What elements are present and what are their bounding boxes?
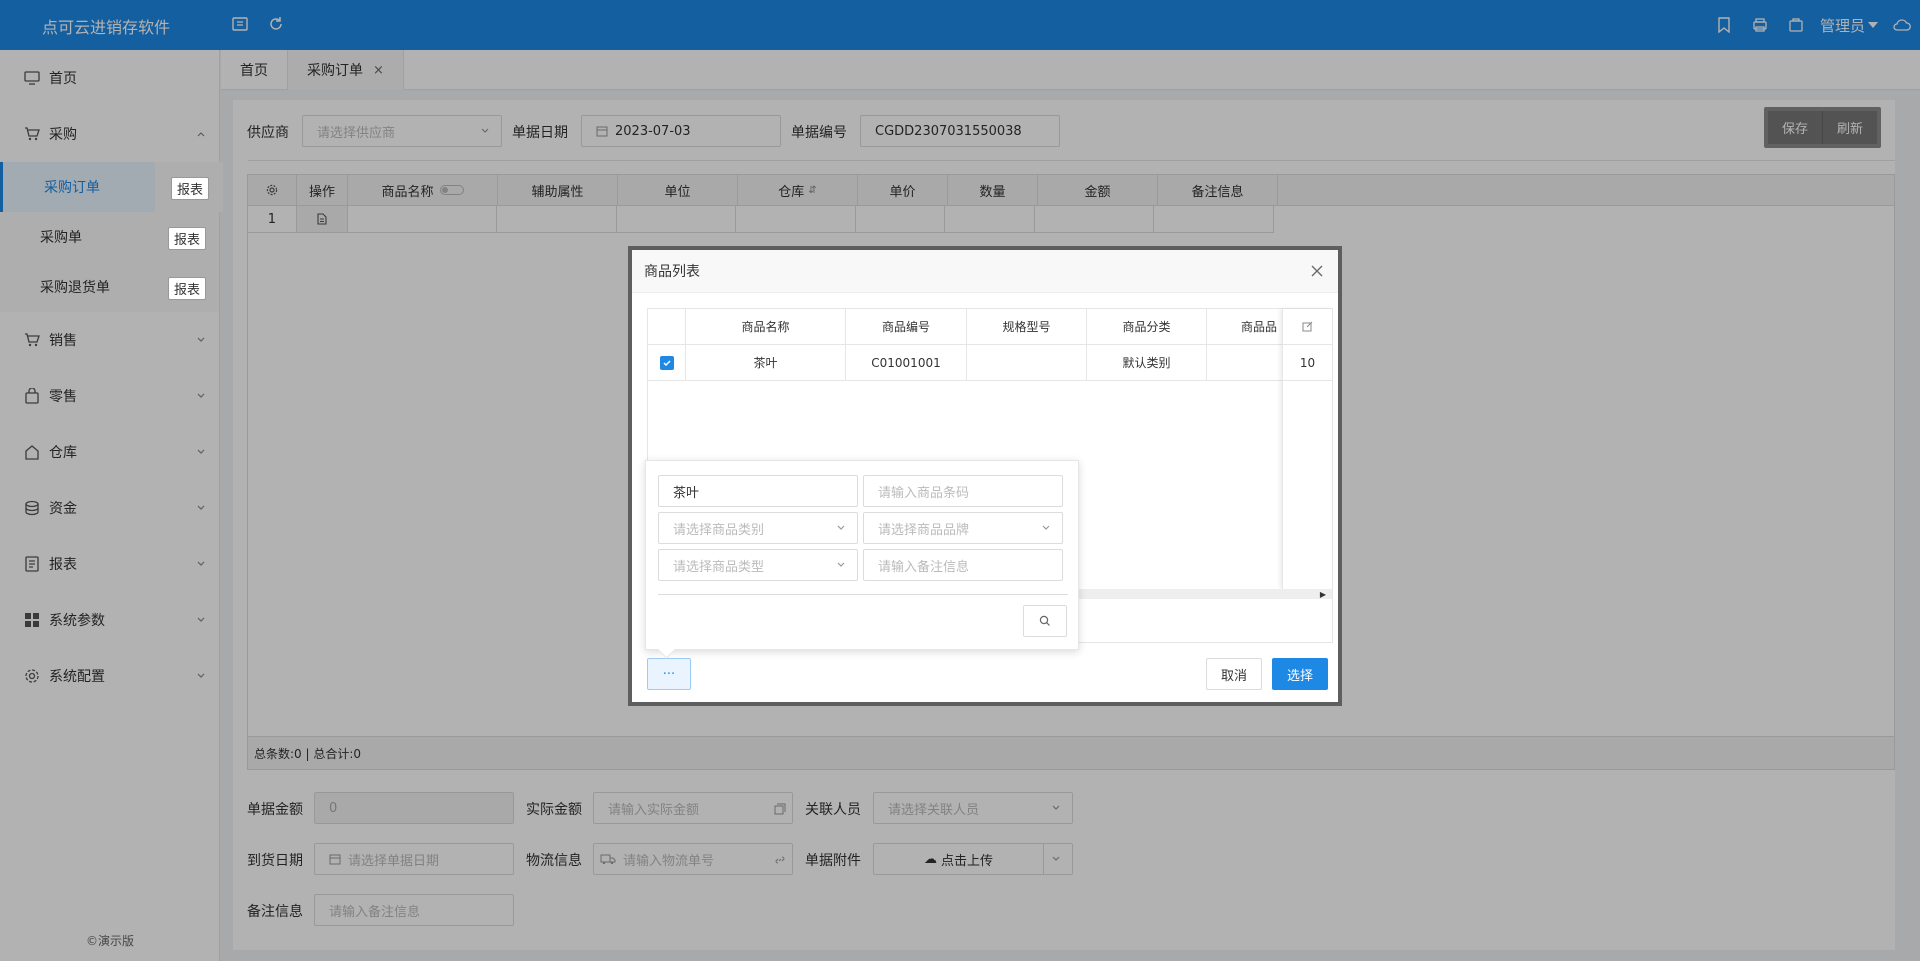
table-row[interactable]: 茶叶 C01001001 默认类别	[648, 345, 1332, 381]
search-icon	[1039, 615, 1050, 626]
report-button[interactable]: 报表	[171, 177, 210, 200]
cancel-button[interactable]: 取消	[1206, 658, 1262, 690]
chevron-down-icon	[1042, 525, 1050, 530]
category-select[interactable]: 请选择商品类别	[658, 512, 858, 544]
select-button[interactable]: 选择	[1272, 658, 1328, 690]
chevron-down-icon	[837, 562, 845, 567]
cell-spec	[967, 345, 1087, 380]
chevron-down-icon	[837, 525, 845, 530]
col-header: 商品名称	[686, 309, 846, 344]
barcode-placeholder: 请输入商品条码	[878, 485, 970, 501]
divider	[658, 594, 1068, 595]
goods-name-input[interactable]: 茶叶	[658, 475, 858, 507]
edit-icon[interactable]	[1283, 309, 1332, 345]
col-header: 规格型号	[967, 309, 1087, 344]
note-filter-placeholder: 请输入备注信息	[878, 559, 970, 575]
cell-category: 默认类别	[1087, 345, 1207, 380]
type-placeholder: 请选择商品类型	[673, 559, 765, 575]
scroll-right-icon[interactable]: ▶	[1320, 590, 1326, 599]
type-select[interactable]: 请选择商品类型	[658, 549, 858, 581]
search-popover: 茶叶 请输入商品条码 请选择商品类别 请选择商品品牌 请选择商品类型 请输入备注…	[645, 460, 1079, 650]
more-filter-button[interactable]: ···	[647, 658, 691, 690]
row-checkbox[interactable]	[648, 345, 686, 380]
cell-name: 茶叶	[686, 345, 846, 380]
fixed-column: 10	[1282, 309, 1332, 589]
barcode-input[interactable]: 请输入商品条码	[863, 475, 1063, 507]
category-placeholder: 请选择商品类别	[673, 522, 765, 538]
close-icon[interactable]	[1310, 264, 1324, 278]
check-icon	[659, 355, 674, 370]
report-button[interactable]: 报表	[168, 277, 207, 300]
col-header: 商品编号	[846, 309, 967, 344]
goods-table-header: 商品名称 商品编号 规格型号 商品分类 商品品	[648, 309, 1332, 345]
brand-placeholder: 请选择商品品牌	[878, 522, 970, 538]
cell-code: C01001001	[846, 345, 967, 380]
brand-select[interactable]: 请选择商品品牌	[863, 512, 1063, 544]
search-button[interactable]	[1023, 605, 1067, 637]
cell-extra: 10	[1283, 345, 1332, 381]
modal-title: 商品列表	[632, 250, 1338, 293]
note-filter-input[interactable]: 请输入备注信息	[863, 549, 1063, 581]
col-header: 商品分类	[1087, 309, 1207, 344]
goods-name-value: 茶叶	[673, 485, 700, 501]
report-button[interactable]: 报表	[168, 227, 207, 250]
select-all-cell[interactable]	[648, 309, 686, 344]
